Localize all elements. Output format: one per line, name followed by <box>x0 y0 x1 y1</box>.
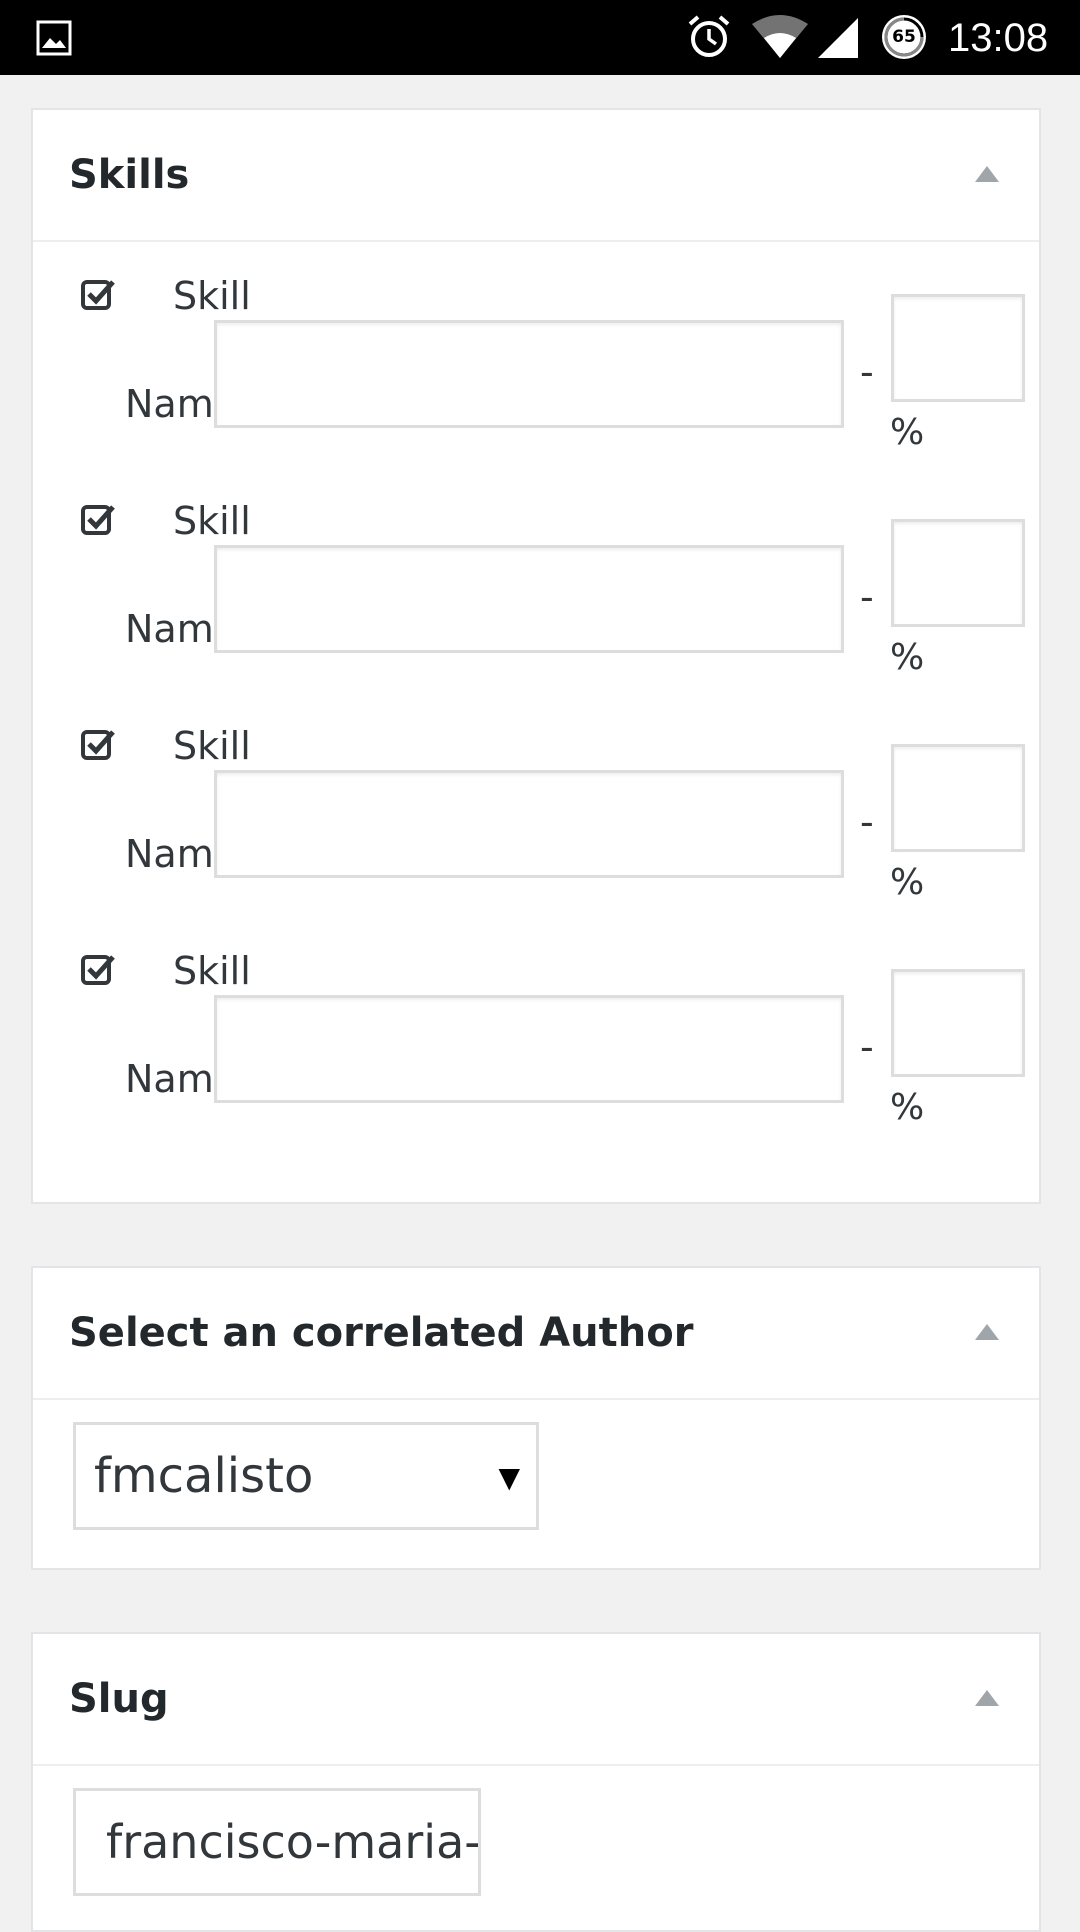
percent-sign: % <box>890 637 925 678</box>
skill-percent-input[interactable] <box>891 744 1025 852</box>
panel-title: Slug <box>69 1676 169 1722</box>
skills-panel: Skills Skill Name: - % Skill Name: - % S… <box>31 108 1041 1204</box>
percent-sign: % <box>890 412 925 453</box>
checkbox-checked-icon[interactable] <box>81 503 115 537</box>
author-panel-header: Select an correlated Author <box>33 1268 1039 1400</box>
dropdown-arrow-icon: ▼ <box>498 1461 520 1494</box>
skill-name-input[interactable] <box>214 995 844 1103</box>
checkbox-checked-icon[interactable] <box>81 953 115 987</box>
wifi-icon <box>752 15 808 58</box>
slug-input[interactable]: francisco-maria-c <box>73 1788 481 1896</box>
skill-row: Skill Name: - % <box>33 692 1039 903</box>
skill-dash: - <box>860 1025 874 1069</box>
slug-input-value: francisco-maria-c <box>106 1815 481 1869</box>
signal-icon <box>818 18 858 58</box>
author-select[interactable]: fmcalisto ▼ <box>73 1422 539 1530</box>
skill-name-input[interactable] <box>214 320 844 428</box>
alarm-icon <box>688 15 730 57</box>
skill-row: Skill Name: - % <box>33 467 1039 678</box>
collapse-toggle-icon[interactable] <box>973 160 1001 188</box>
skill-percent-input[interactable] <box>891 969 1025 1077</box>
slug-panel-header: Slug <box>33 1634 1039 1766</box>
author-select-value: fmcalisto <box>94 1448 314 1504</box>
skill-dash: - <box>860 350 874 394</box>
percent-sign: % <box>890 862 925 903</box>
gallery-icon <box>36 20 72 56</box>
skill-row: Skill Name: - % <box>33 242 1039 453</box>
skill-dash: - <box>860 575 874 619</box>
skill-row: Skill Name: - % <box>33 917 1039 1128</box>
skill-percent-input[interactable] <box>891 519 1025 627</box>
panel-title: Skills <box>69 152 190 198</box>
checkbox-checked-icon[interactable] <box>81 278 115 312</box>
skill-name-input[interactable] <box>214 545 844 653</box>
battery-icon: 65 <box>880 13 928 61</box>
panel-title: Select an correlated Author <box>69 1310 694 1356</box>
battery-level: 65 <box>892 27 916 47</box>
collapse-toggle-icon[interactable] <box>973 1318 1001 1346</box>
clock: 13:08 <box>948 16 1049 60</box>
percent-sign: % <box>890 1087 925 1128</box>
skill-name-input[interactable] <box>214 770 844 878</box>
skill-dash: - <box>860 800 874 844</box>
status-bar: 65 13:08 <box>0 0 1080 75</box>
skill-percent-input[interactable] <box>891 294 1025 402</box>
skills-panel-header: Skills <box>33 110 1039 242</box>
author-panel: Select an correlated Author fmcalisto ▼ <box>31 1266 1041 1570</box>
checkbox-checked-icon[interactable] <box>81 728 115 762</box>
slug-panel: Slug francisco-maria-c <box>31 1632 1041 1932</box>
collapse-toggle-icon[interactable] <box>973 1684 1001 1712</box>
